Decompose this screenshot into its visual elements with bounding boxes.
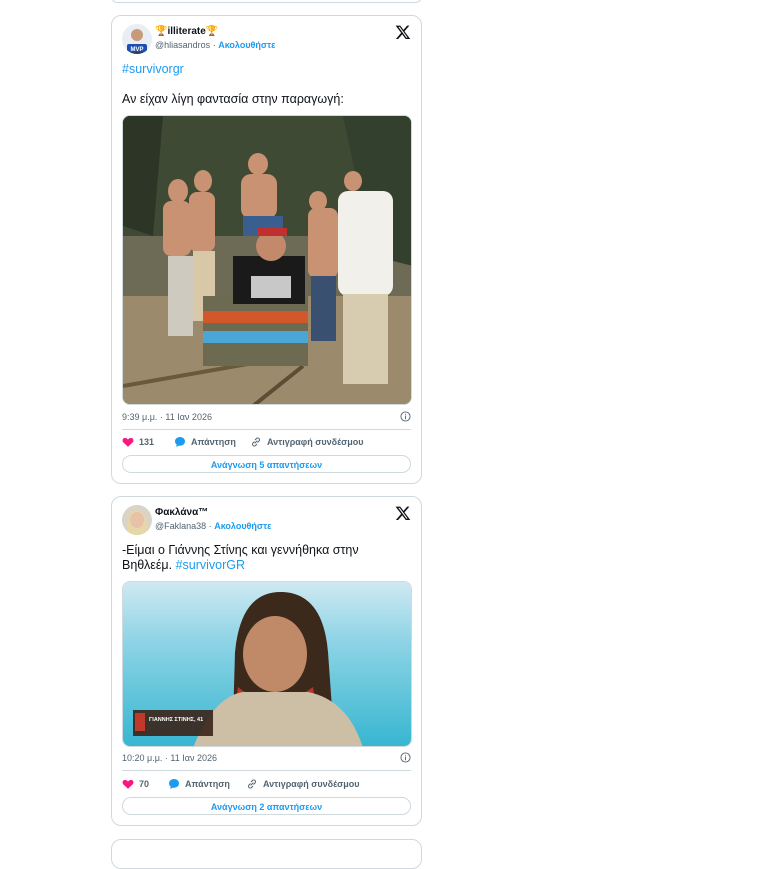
hashtag-link[interactable]: #survivorGR [176,558,245,572]
next-tweet-card [111,839,422,869]
reply-bubble-icon [169,779,179,789]
tweet-actions: 70 Απάντηση Αντιγραφή συνδέσμου [122,778,411,792]
like-button[interactable]: 131 [122,436,154,448]
divider [122,429,411,430]
tweet-media-image[interactable] [122,115,412,405]
follow-button[interactable]: Ακολουθήστε [214,521,271,531]
copy-link-label: Αντιγραφή συνδέσμου [263,779,360,789]
heart-icon [122,779,134,789]
copy-link-button[interactable]: Αντιγραφή συνδέσμου [250,436,364,448]
timestamp[interactable]: 10:20 μ.μ. · 11 Ιαν 2026 [122,753,217,763]
svg-text:MVP: MVP [130,47,143,53]
copy-link-button[interactable]: Αντιγραφή συνδέσμου [246,778,360,790]
heart-icon [122,437,134,447]
separator: · [208,521,212,531]
tweet-header: Φακλάνα™ @Faklana38 · Ακολουθήστε [122,505,411,539]
like-count: 131 [139,437,155,447]
copy-link-label: Αντιγραφή συνδέσμου [267,437,364,447]
handle[interactable]: @Faklana38 [155,521,206,531]
follow-button[interactable]: Ακολουθήστε [218,40,275,50]
tweet-card: Φακλάνα™ @Faklana38 · Ακολουθήστε -Είμαι… [111,496,422,826]
info-icon[interactable] [400,752,411,763]
divider [122,770,411,771]
tweet-actions: 131 Απάντηση Αντιγραφή συνδέσμου [122,436,411,450]
like-count: 70 [139,779,150,789]
reply-bubble-icon [175,437,185,447]
lower-third-name: ΓΙΑΝΝΗΣ ΣΤΙΝΗΣ, 41 [149,717,203,723]
avatar[interactable] [122,505,152,535]
link-icon [248,779,256,789]
handle[interactable]: @hliasandros [155,40,210,50]
separator: · [212,40,216,50]
like-button[interactable]: 70 [122,778,149,790]
reply-label: Απάντηση [191,437,236,447]
tweet-text-hashtag: #survivorgr [122,62,411,77]
avatar[interactable]: MVP [122,24,152,54]
handle-line: @Faklana38 · Ακολουθήστε [155,521,271,531]
previous-tweet-card [111,0,422,3]
tweet-header: MVP 🏆illiterate🏆 @hliasandros · Ακολουθή… [122,24,411,58]
x-logo-icon[interactable] [395,24,411,40]
tweet-media-image[interactable]: ΓΙΑΝΝΗΣ ΣΤΙΝΗΣ, 41 [122,581,412,747]
tweet-card: MVP 🏆illiterate🏆 @hliasandros · Ακολουθή… [111,15,422,484]
reply-button[interactable]: Απάντηση [174,436,236,448]
read-replies-button[interactable]: Ανάγνωση 2 απαντήσεων [122,797,411,815]
read-replies-button[interactable]: Ανάγνωση 5 απαντήσεων [122,455,411,473]
handle-line: @hliasandros · Ακολουθήστε [155,40,275,50]
link-icon [252,437,260,447]
timestamp[interactable]: 9:39 μ.μ. · 11 Ιαν 2026 [122,412,212,422]
display-name[interactable]: Φακλάνα™ [155,507,208,518]
reply-button[interactable]: Απάντηση [168,778,230,790]
tweet-text: Αν είχαν λίγη φαντασία στην παραγωγή: [122,92,344,106]
x-logo-icon[interactable] [395,505,411,521]
tweet-text: -Είμαι ο Γιάννης Στίνης και γεννήθηκα στ… [122,543,411,573]
hashtag-link[interactable]: #survivorgr [122,62,184,76]
reply-label: Απάντηση [185,779,230,789]
display-name[interactable]: 🏆illiterate🏆 [155,26,218,37]
tweet-meta: 10:20 μ.μ. · 11 Ιαν 2026 [122,752,411,763]
info-icon[interactable] [400,411,411,422]
tweet-meta: 9:39 μ.μ. · 11 Ιαν 2026 [122,411,411,422]
